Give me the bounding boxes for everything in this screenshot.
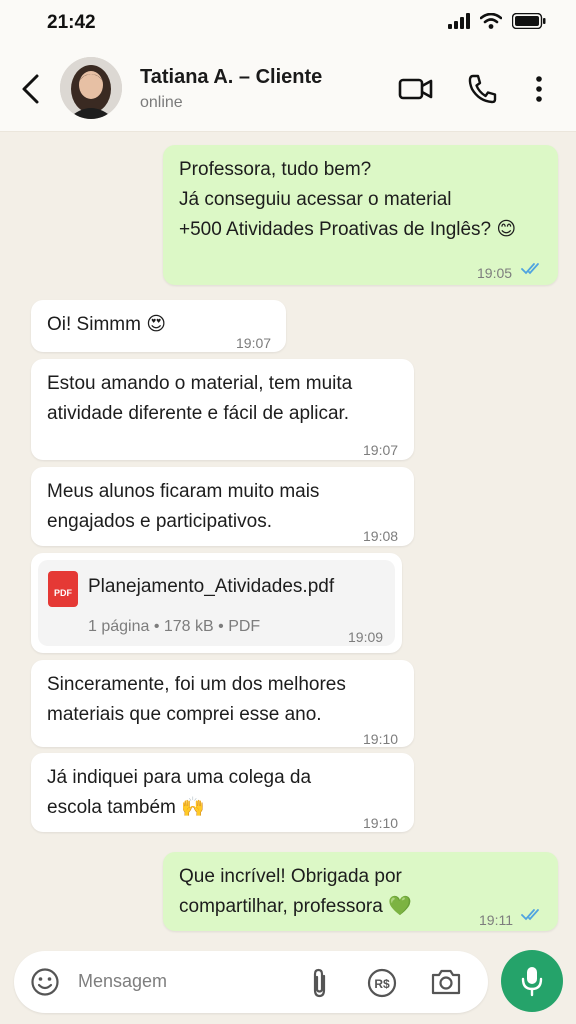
video-call-icon[interactable] <box>398 72 434 106</box>
payment-icon[interactable]: R$ <box>366 967 398 999</box>
message-bubble-incoming[interactable]: Estou amando o material, tem muita ativi… <box>31 359 414 460</box>
message-text: Que incrível! Obrigada por <box>179 866 402 887</box>
message-time: 19:05 <box>477 265 513 281</box>
message-time: 19:07 <box>363 442 399 458</box>
message-text: Já indiquei para uma colega da <box>47 767 312 788</box>
message-text: Meus alunos ficaram muito mais <box>47 481 320 502</box>
message-text: compartilhar, professora 💚 <box>179 896 412 917</box>
message-text: materiais que comprei esse ano. <box>47 704 322 725</box>
message-time: 19:10 <box>363 815 399 831</box>
message-text: Estou amando o material, tem muita <box>47 373 353 394</box>
pdf-file-icon: PDF <box>48 571 78 607</box>
chat-area: Professora, tudo bem? Já conseguiu acess… <box>0 133 576 943</box>
message-text: engajados e participativos. <box>47 511 272 532</box>
emoji-icon[interactable] <box>30 967 60 997</box>
avatar[interactable] <box>60 57 122 119</box>
svg-text:R$: R$ <box>374 977 390 991</box>
signal-icon <box>448 13 470 29</box>
more-options-icon[interactable] <box>532 72 546 106</box>
contact-status: online <box>140 94 183 111</box>
message-text: Já conseguiu acessar o material <box>179 189 452 210</box>
file-name: Planejamento_Atividades.pdf <box>88 576 335 597</box>
message-placeholder[interactable]: Mensagem <box>78 971 167 992</box>
read-receipt-icon <box>521 263 539 275</box>
mic-button[interactable] <box>501 950 563 1012</box>
read-receipt-icon <box>521 909 539 921</box>
message-text: Sinceramente, foi um dos melhores <box>47 674 346 695</box>
message-bubble-incoming[interactable]: Já indiquei para uma colega da escola ta… <box>31 753 414 832</box>
message-bubble-incoming[interactable]: Meus alunos ficaram muito mais engajados… <box>31 467 414 546</box>
wifi-icon <box>480 13 502 29</box>
message-time: 19:11 <box>479 912 513 928</box>
message-bubble-outgoing[interactable]: Que incrível! Obrigada por compartilhar,… <box>163 852 558 931</box>
contact-name[interactable]: Tatiana A. – Cliente <box>140 66 322 89</box>
message-text: Oi! Simmm 😍 <box>47 314 167 335</box>
message-bubble-incoming[interactable]: Sinceramente, foi um dos melhores materi… <box>31 660 414 747</box>
camera-icon[interactable] <box>430 967 462 997</box>
message-bubble-outgoing[interactable]: Professora, tudo bem? Já conseguiu acess… <box>163 145 558 285</box>
message-text: Professora, tudo bem? <box>179 159 372 180</box>
file-meta: 1 página • 178 kB • PDF <box>88 618 261 635</box>
back-icon[interactable] <box>16 72 46 106</box>
chat-header: Tatiana A. – Cliente online <box>0 46 576 132</box>
message-bubble-incoming[interactable]: Oi! Simmm 😍 19:07 <box>31 300 286 352</box>
attach-icon[interactable] <box>308 967 332 999</box>
message-input-bar: Mensagem R$ <box>0 943 576 1024</box>
message-time: 19:07 <box>236 335 272 351</box>
pdf-attachment[interactable]: PDF Planejamento_Atividades.pdf 1 página… <box>38 560 395 646</box>
battery-icon <box>512 13 546 29</box>
message-time: 19:09 <box>348 629 384 645</box>
message-text: atividade diferente e fácil de aplicar. <box>47 403 350 424</box>
status-time: 21:42 <box>47 12 96 33</box>
message-text: +500 Atividades Proativas de Inglês? 😊 <box>179 219 517 240</box>
message-input[interactable]: Mensagem R$ <box>14 951 488 1013</box>
message-time: 19:10 <box>363 731 399 747</box>
message-text: escola também 🙌 <box>47 797 205 818</box>
status-bar: 21:42 <box>0 0 576 46</box>
message-time: 19:08 <box>363 528 399 544</box>
mic-icon <box>521 967 543 997</box>
file-message-bubble[interactable]: PDF Planejamento_Atividades.pdf 1 página… <box>31 553 402 653</box>
phone-icon[interactable] <box>466 72 498 106</box>
